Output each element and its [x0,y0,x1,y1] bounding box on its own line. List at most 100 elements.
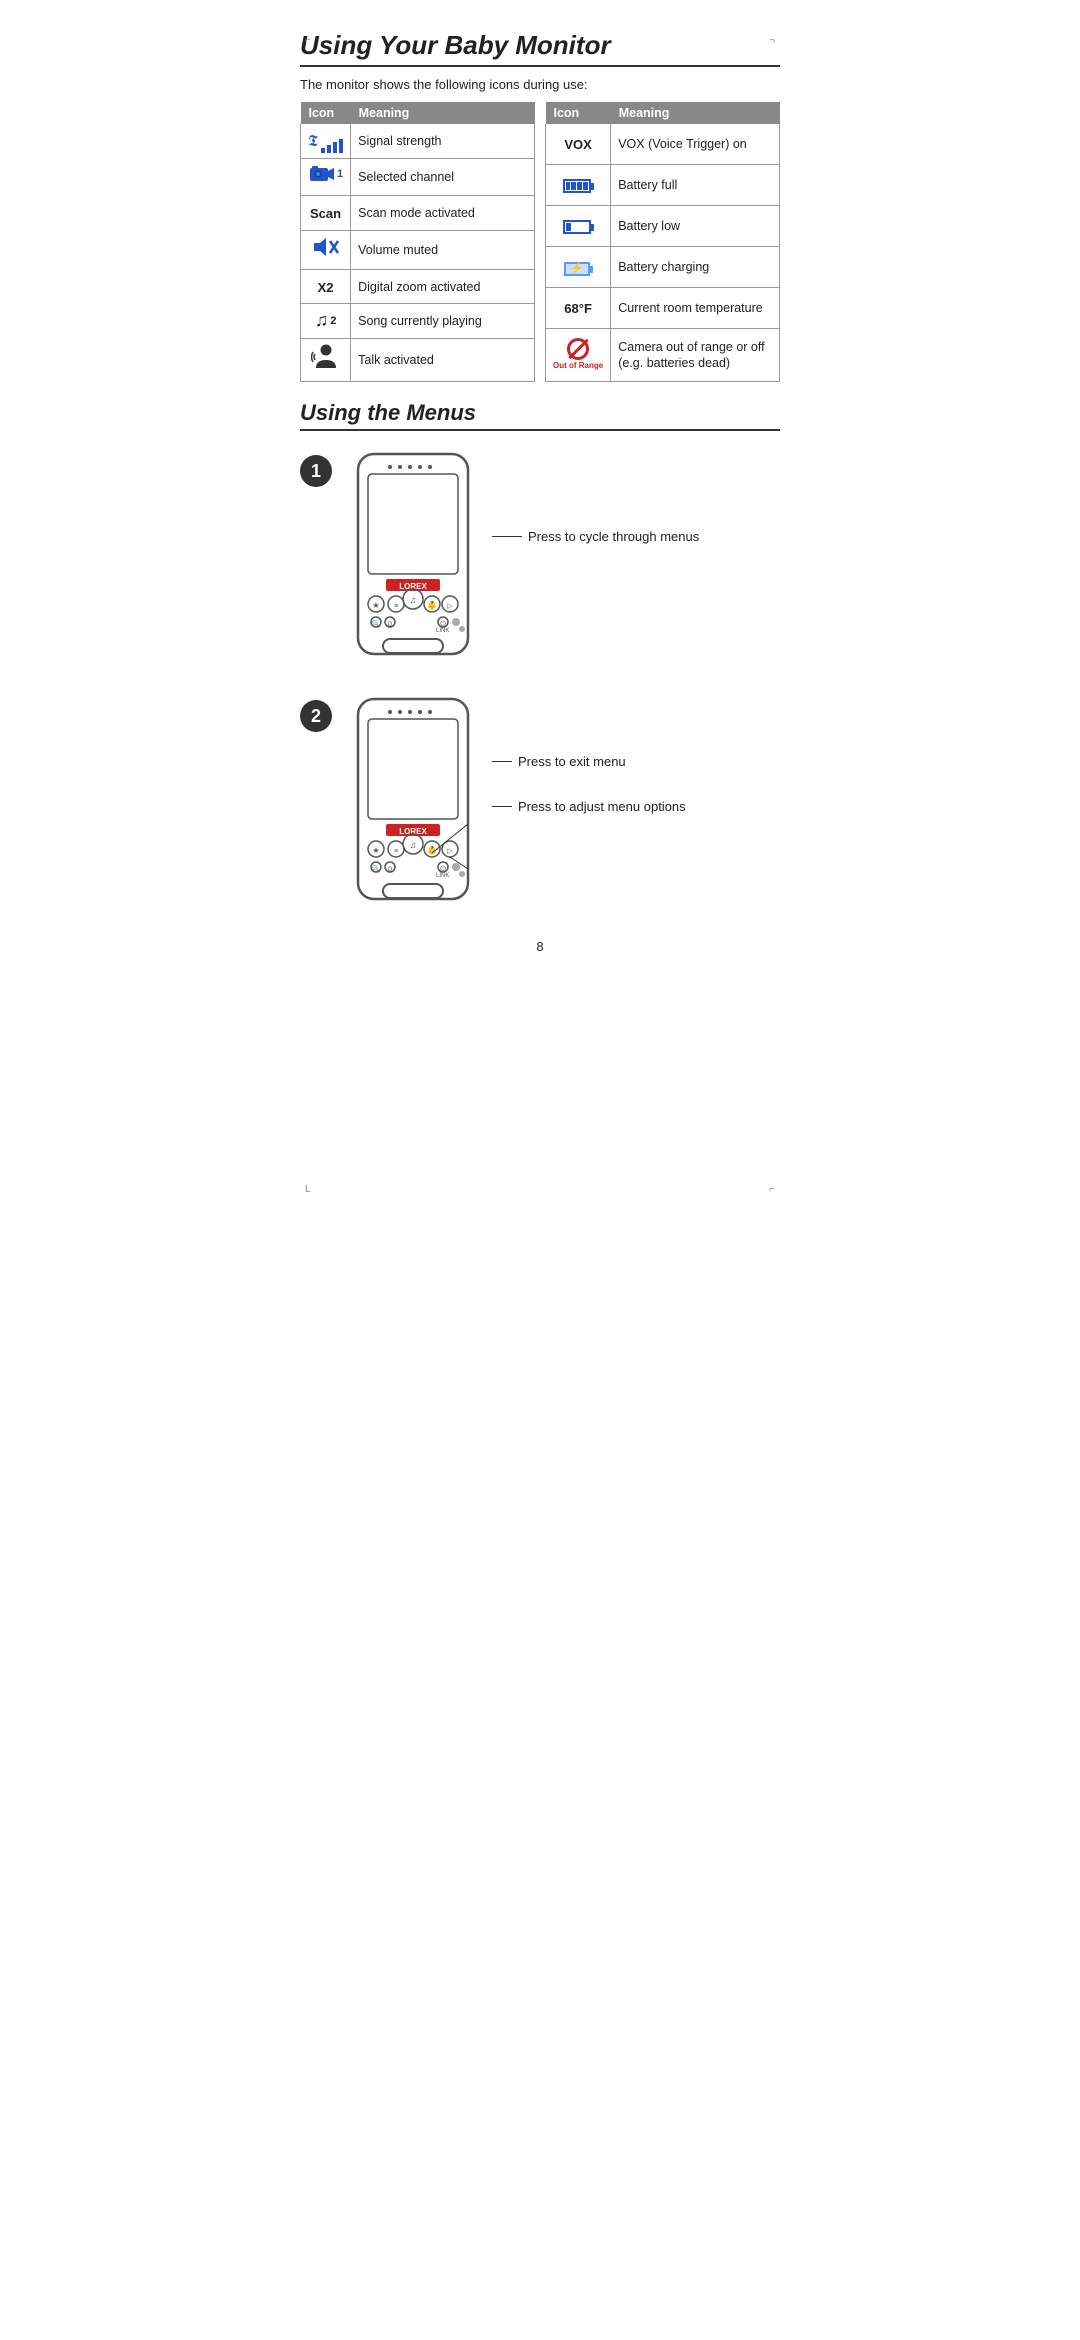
table-row: ♫ 2 Song currently playing [301,304,535,338]
out-of-range-label: Out of Range [553,361,603,371]
left-icon-table: Icon Meaning 𝕿 [300,102,535,382]
digital-zoom-icon: X2 [318,280,334,295]
svg-text:🔍: 🔍 [372,864,381,873]
section-title: Using the Menus [300,400,780,431]
svg-text:★: ★ [372,601,379,610]
press-cycle-text: Press to cycle through menus [528,529,699,544]
tables-wrapper: Icon Meaning 𝕿 [300,102,780,382]
svg-text:LINK: LINK [436,873,449,879]
press-exit-text: Press to exit menu [518,754,626,769]
selected-channel-cell: 1 [301,158,351,195]
svg-text:Q: Q [388,867,393,873]
volume-muted-icon [312,236,340,258]
page-number: 8 [300,939,780,954]
right-header-meaning: Meaning [611,102,780,124]
svg-text:🔍: 🔍 [372,619,381,628]
vox-meaning: VOX (Voice Trigger) on [611,124,780,164]
corner-mark-tr: ¬ [769,35,775,46]
battery-full-meaning: Battery full [611,164,780,205]
scan-mode-icon: Scan [310,206,341,221]
table-row: Volume muted [301,230,535,269]
battery-charging-cell: ⚡ [546,247,611,288]
battery-low-meaning: Battery low [611,206,780,247]
battery-low-icon [563,220,594,234]
song-meaning: Song currently playing [351,304,535,338]
intro-text: The monitor shows the following icons du… [300,77,780,92]
left-header-icon: Icon [301,102,351,124]
seg2 [571,182,576,190]
monitor-device-1: LOREX ★ ≡ ♫ 👶 ▷ [348,449,478,672]
device-1-labels: Press to cycle through menus [492,449,699,544]
seg4 [583,182,588,190]
temp-cell: 68°F [546,288,611,329]
device-section-2: 2 LOREX [300,694,780,917]
temp-icon: 68°F [564,301,592,316]
talk-activated-cell [301,338,351,381]
arrow-2b [492,806,512,807]
low-seg [566,223,571,231]
svg-text:▷: ▷ [447,848,453,855]
bolt-icon: ⚡ [569,261,584,277]
left-header-meaning: Meaning [351,102,535,124]
talk-meaning: Talk activated [351,338,535,381]
table-row: 𝕿 Signal strength [301,124,535,158]
right-icon-table: Icon Meaning VOX VOX (Voice Trigger) on [545,102,780,382]
table-row: VOX VOX (Voice Trigger) on [546,124,780,164]
bar3 [333,142,337,153]
vox-cell: VOX [546,124,611,164]
svg-text:♫: ♫ [410,595,417,605]
table-row: X2 Digital zoom activated [301,269,535,303]
svg-text:▷: ▷ [447,603,453,610]
battery-full-cell [546,164,611,205]
monitor-svg-2: LOREX ★ ≡ ♫ 👶 ▷ [348,694,478,914]
monitor-device-2: LOREX ★ ≡ ♫ 👶 ▷ [348,694,478,917]
signal-strength-icon: 𝕿 [308,132,343,153]
digital-zoom-meaning: Digital zoom activated [351,269,535,303]
battery-body-low [563,220,591,234]
label-press-cycle: Press to cycle through menus [492,529,699,544]
device-2-labels: Press to exit menu Press to adjust menu … [492,694,686,814]
table-row: Scan Scan mode activated [301,196,535,230]
svg-text:Q: Q [388,622,393,628]
battery-tip-low [591,224,594,231]
table-row: ⚡ Battery charging [546,247,780,288]
selected-channel-meaning: Selected channel [351,158,535,195]
press-adjust-text: Press to adjust menu options [518,799,686,814]
corner-mark-tl: ⌐ [305,35,311,46]
label-adjust-menu: Press to adjust menu options [492,799,686,814]
table-row: Battery low [546,206,780,247]
volume-muted-cell [301,230,351,269]
camera-svg [308,164,336,184]
scan-meaning: Scan mode activated [351,196,535,230]
svg-text:♫: ♫ [410,840,417,850]
table-row: Out of Range Camera out of range or off … [546,329,780,382]
talk-svg [311,344,341,370]
table-row: Battery full [546,164,780,205]
digital-zoom-cell: X2 [301,269,351,303]
table-row: Talk activated [301,338,535,381]
song-playing-icon: ♫ 2 [315,309,337,332]
charging-tip [590,266,593,273]
antenna-part: 𝕿 [308,132,318,153]
step-2-circle: 2 [300,700,332,732]
scan-mode-cell: Scan [301,196,351,230]
vox-icon: VOX [564,137,591,152]
signal-meaning: Signal strength [351,124,535,158]
talk-activated-icon [311,354,341,374]
bar1 [321,148,325,153]
svg-text:≡: ≡ [394,848,398,855]
table-row: 1 Selected channel [301,158,535,195]
device-1-container: LOREX ★ ≡ ♫ 👶 ▷ [348,449,699,672]
volume-muted-svg [312,236,340,258]
music-note: ♫ [315,309,329,332]
battery-body-full [563,179,591,193]
bar4 [339,139,343,153]
bars-part [321,139,343,153]
svg-text:👶: 👶 [427,600,437,610]
out-of-range-cell: Out of Range [546,329,611,382]
temp-meaning: Current room temperature [611,288,780,329]
device-section-1: 1 LOREX [300,449,780,672]
monitor-svg-1: LOREX ★ ≡ ♫ 👶 ▷ [348,449,478,669]
battery-low-cell [546,206,611,247]
table-row: 68°F Current room temperature [546,288,780,329]
